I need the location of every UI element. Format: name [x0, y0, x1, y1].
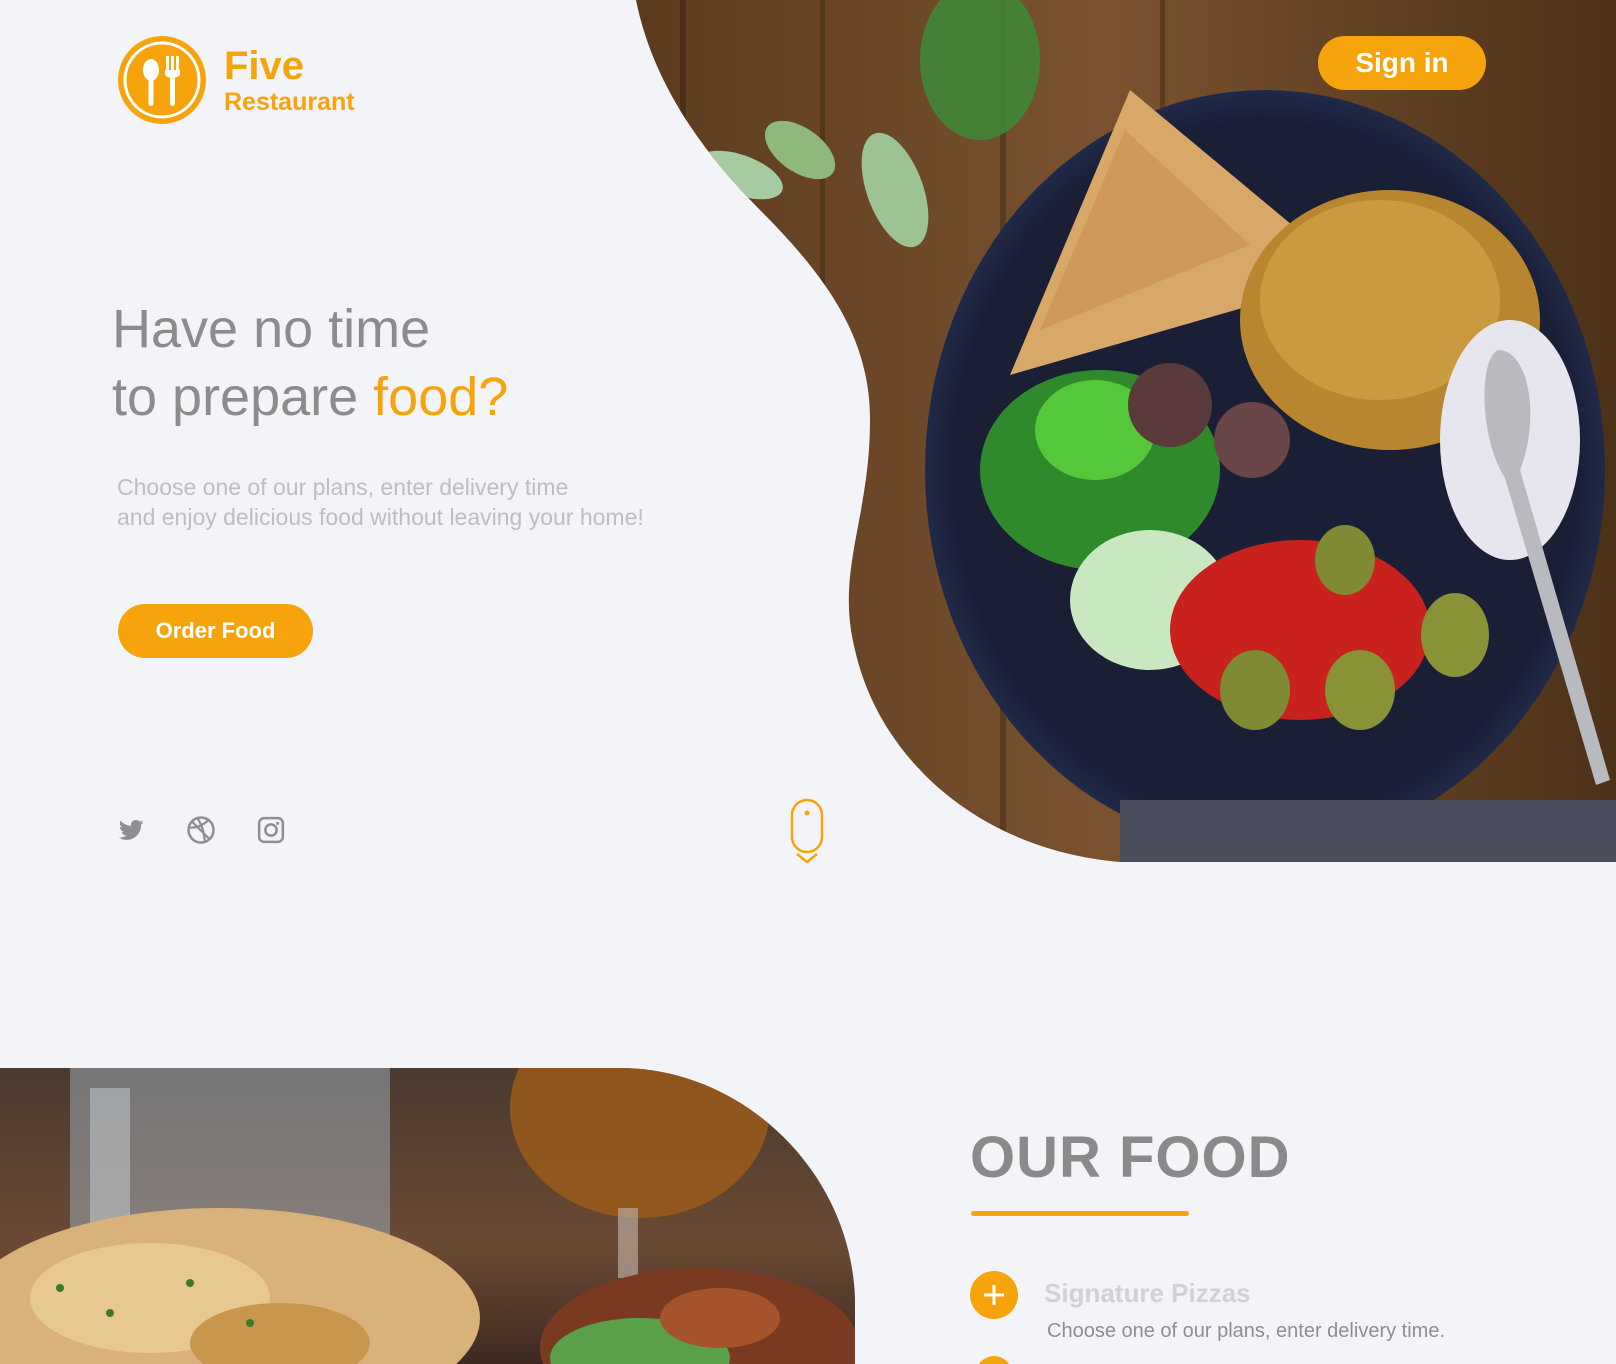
food-item-description: Choose one of our plans, enter delivery …	[1047, 1320, 1445, 1342]
brand-name: Five	[224, 43, 305, 88]
instagram-icon[interactable]	[256, 815, 286, 845]
order-food-button[interactable]: Order Food	[118, 604, 313, 658]
subtext-line-2: and enjoy delicious food without leaving…	[117, 504, 644, 530]
expand-item-button[interactable]	[970, 1271, 1018, 1319]
subtext-line-1: Choose one of our plans, enter delivery …	[117, 474, 569, 500]
food-section-photo	[0, 1068, 855, 1364]
brand-logo[interactable]: Five Restaurant	[116, 34, 355, 126]
title-underline	[971, 1211, 1189, 1216]
social-links	[116, 815, 286, 845]
plus-icon	[984, 1285, 1004, 1305]
hero-headline: Have no time to prepare food?	[112, 295, 508, 431]
fork-spoon-icon	[118, 36, 206, 124]
headline-accent: food?	[373, 367, 509, 427]
scroll-mouse-icon[interactable]	[790, 798, 824, 864]
food-item-title: Signature Pizzas	[1044, 1278, 1251, 1308]
brand-subtitle: Restaurant	[224, 87, 355, 116]
brand-text: Five Restaurant	[224, 46, 355, 115]
hero-subtext: Choose one of our plans, enter delivery …	[117, 472, 717, 532]
twitter-icon[interactable]	[116, 815, 146, 845]
headline-line-2-prefix: to prepare	[112, 367, 374, 427]
sign-in-button[interactable]: Sign in	[1318, 36, 1486, 90]
hero-food-photo	[636, 0, 1616, 862]
our-food-title: OUR FOOD	[970, 1125, 1291, 1190]
landing-page: Five Restaurant Sign in Have no time to …	[0, 0, 1616, 1364]
next-item-button[interactable]	[976, 1356, 1012, 1364]
headline-line-1: Have no time	[112, 299, 431, 359]
dribbble-icon[interactable]	[186, 815, 216, 845]
